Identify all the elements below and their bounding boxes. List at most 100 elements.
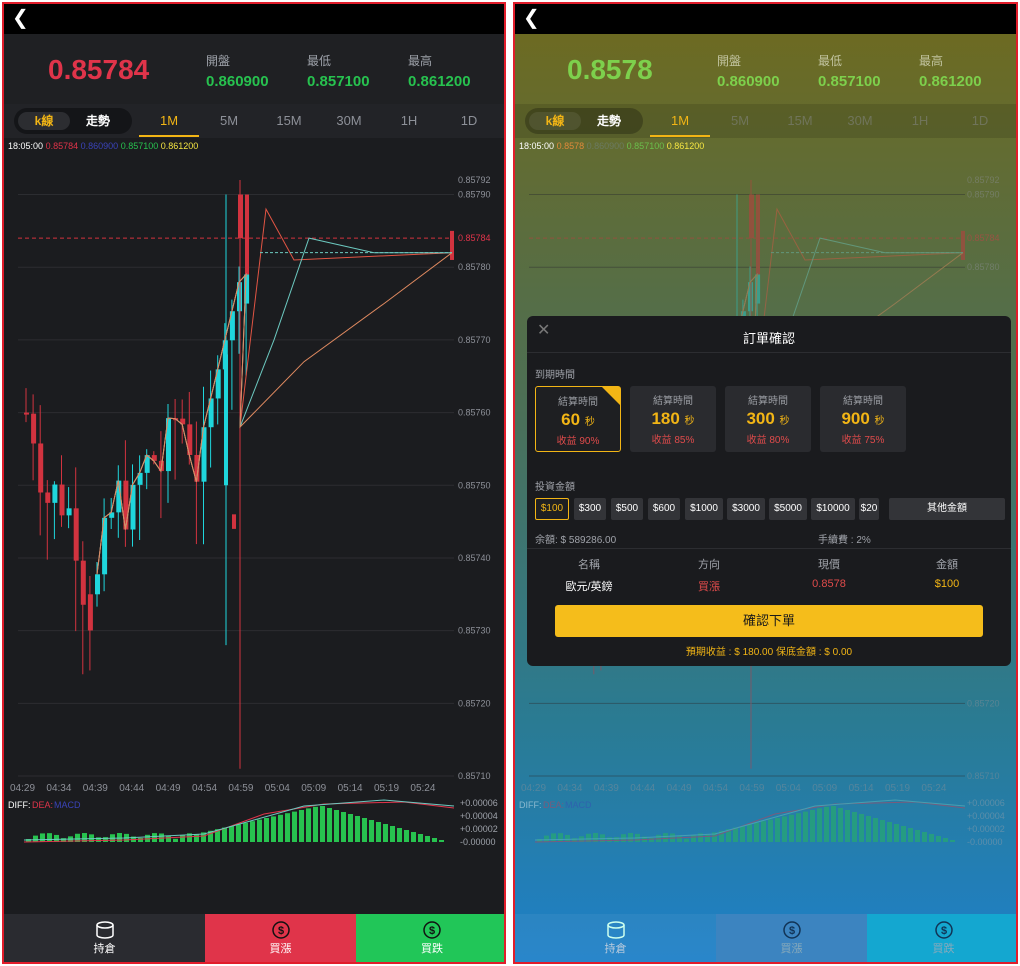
nav-positions-right[interactable]: 持倉 <box>515 914 716 962</box>
price-axis-label: 0.85790 <box>458 190 491 200</box>
amount-1000[interactable]: $1000 <box>685 498 723 520</box>
macd-bar <box>194 834 199 842</box>
timeframe-5m-right[interactable]: 5M <box>715 113 765 128</box>
nav-buy-up-right[interactable]: $ 買漲 <box>716 914 867 962</box>
macd-bar <box>705 834 710 842</box>
low-label-right: 最低 <box>818 54 843 68</box>
time-axis-label: 05:19 <box>374 783 399 794</box>
amount-500[interactable]: $500 <box>611 498 643 520</box>
time-axis-label: 04:34 <box>557 783 582 794</box>
expiry-card-60[interactable]: 結算時間 60 秒 收益 90% <box>535 386 621 452</box>
tab-kline-right[interactable]: k線 <box>529 112 581 130</box>
timeframe-1h[interactable]: 1H <box>384 113 434 128</box>
time-axis-label: 05:24 <box>410 783 435 794</box>
timeframe-1d-right[interactable]: 1D <box>955 113 1005 128</box>
nav-buy-up[interactable]: $ 買漲 <box>205 914 356 962</box>
macd-bar <box>831 806 836 842</box>
time-axis-label: 05:04 <box>776 783 801 794</box>
moving-average-line <box>96 252 453 575</box>
timeframe-5m[interactable]: 5M <box>204 113 254 128</box>
other-amount-button[interactable]: 其他金額 <box>889 498 1005 520</box>
expiry-card-900[interactable]: 結算時間 900 秒 收益 75% <box>820 386 906 452</box>
expiry-card-180[interactable]: 結算時間 180 秒 收益 85% <box>630 386 716 452</box>
time-axis-label: 05:04 <box>265 783 290 794</box>
current-price-tag: 0.85784 <box>967 233 1000 243</box>
candle-body <box>45 492 51 503</box>
timeframe-1d[interactable]: 1D <box>444 113 494 128</box>
macd-bar <box>894 824 899 842</box>
back-icon-right[interactable]: ❮ <box>523 8 540 28</box>
open-stat-right: 開盤 0.860900 <box>717 52 780 90</box>
macd-bar <box>320 806 325 842</box>
macd-axis-3-right: +0.00002 <box>967 824 1005 834</box>
price-axis-label: 0.85792 <box>458 175 491 185</box>
candle-body <box>66 508 72 516</box>
macd-bar <box>677 835 682 842</box>
amount-300[interactable]: $300 <box>574 498 606 520</box>
high-stat: 最高 0.861200 <box>408 52 471 90</box>
timeframe-1m-right[interactable]: 1M <box>655 113 705 128</box>
candlestick-chart[interactable]: 0.85792 0.85790 0.85780 0.85770 0.85760 0.857… <box>4 154 504 794</box>
nav-buy-down-right[interactable]: $ 買跌 <box>867 914 1016 962</box>
macd-bar <box>852 812 857 842</box>
macd-bar <box>117 833 122 842</box>
macd-bar <box>761 821 766 842</box>
timeframe-1m[interactable]: 1M <box>144 113 194 128</box>
macd-bar <box>236 824 241 842</box>
expiry-card-profit: 收益 85% <box>651 435 695 446</box>
time-axis-label: 04:44 <box>119 783 144 794</box>
macd-bar <box>327 808 332 842</box>
expiry-unit: 秒 <box>779 416 790 427</box>
nav-buy-down[interactable]: $ 買跌 <box>356 914 504 962</box>
back-icon[interactable]: ❮ <box>12 8 29 28</box>
amount-3000[interactable]: $3000 <box>727 498 765 520</box>
amount-20000[interactable]: $20 <box>859 498 879 520</box>
timeframe-30m-right[interactable]: 30M <box>835 113 885 128</box>
nav-positions[interactable]: 持倉 <box>4 914 205 962</box>
legend-high: 0.861200 <box>160 141 199 151</box>
low-value-right: 0.857100 <box>818 73 881 90</box>
high-label-right: 最高 <box>919 54 944 68</box>
tab-kline[interactable]: k線 <box>18 112 70 130</box>
expected-profit-text: 預期收益 : $ 180.00 保底金額 : $ 0.00 <box>685 647 853 658</box>
macd-bar <box>250 821 255 842</box>
macd-bar <box>922 832 927 842</box>
expiry-unit: 秒 <box>684 416 695 427</box>
amount-600[interactable]: $600 <box>648 498 680 520</box>
low-label: 最低 <box>307 54 332 68</box>
time-axis-label: 04:39 <box>83 783 108 794</box>
macd-diff-label: DIFF: <box>8 800 31 810</box>
macd-axis-4: -0.00000 <box>460 837 496 847</box>
macd-bar <box>397 828 402 842</box>
ohlc-legend: 18:05:00 0.85784 0.860900 0.857100 0.861… <box>8 141 198 151</box>
amount-100[interactable]: $100 <box>535 498 569 520</box>
confirm-order-button[interactable]: 確認下單 <box>555 605 983 637</box>
value-amount: $100 <box>934 578 960 590</box>
expiry-card-300[interactable]: 結算時間 300 秒 收益 80% <box>725 386 811 452</box>
macd-bar <box>425 836 430 842</box>
macd-bar <box>789 814 794 842</box>
expiry-card-profit: 收益 80% <box>746 435 790 446</box>
legend-high-right: 0.861200 <box>666 141 705 151</box>
candle-body <box>961 230 965 260</box>
price-axis-label: 0.85780 <box>967 262 1000 272</box>
timeframe-15m[interactable]: 15M <box>264 113 314 128</box>
timeframe-1h-right[interactable]: 1H <box>895 113 945 128</box>
candle-body <box>73 508 79 561</box>
macd-bar <box>663 833 668 842</box>
macd-bar <box>768 819 773 842</box>
right-screen: ❮ 0.8578 開盤 0.860900 最低 0.857100 最高 0.86… <box>513 2 1018 964</box>
timeframe-30m[interactable]: 30M <box>324 113 374 128</box>
amount-10000[interactable]: $10000 <box>811 498 855 520</box>
macd-bar <box>880 820 885 842</box>
candle-body <box>450 230 454 260</box>
amount-5000[interactable]: $5000 <box>769 498 807 520</box>
tab-trend-right[interactable]: 走勢 <box>597 112 621 130</box>
open-stat: 開盤 0.860900 <box>206 52 269 90</box>
low-stat: 最低 0.857100 <box>307 52 370 90</box>
tab-trend[interactable]: 走勢 <box>86 112 110 130</box>
expiry-card-seconds: 900 秒 <box>820 409 906 429</box>
macd-bar <box>173 838 178 842</box>
dollar-up-icon: $ <box>271 921 290 939</box>
timeframe-15m-right[interactable]: 15M <box>775 113 825 128</box>
